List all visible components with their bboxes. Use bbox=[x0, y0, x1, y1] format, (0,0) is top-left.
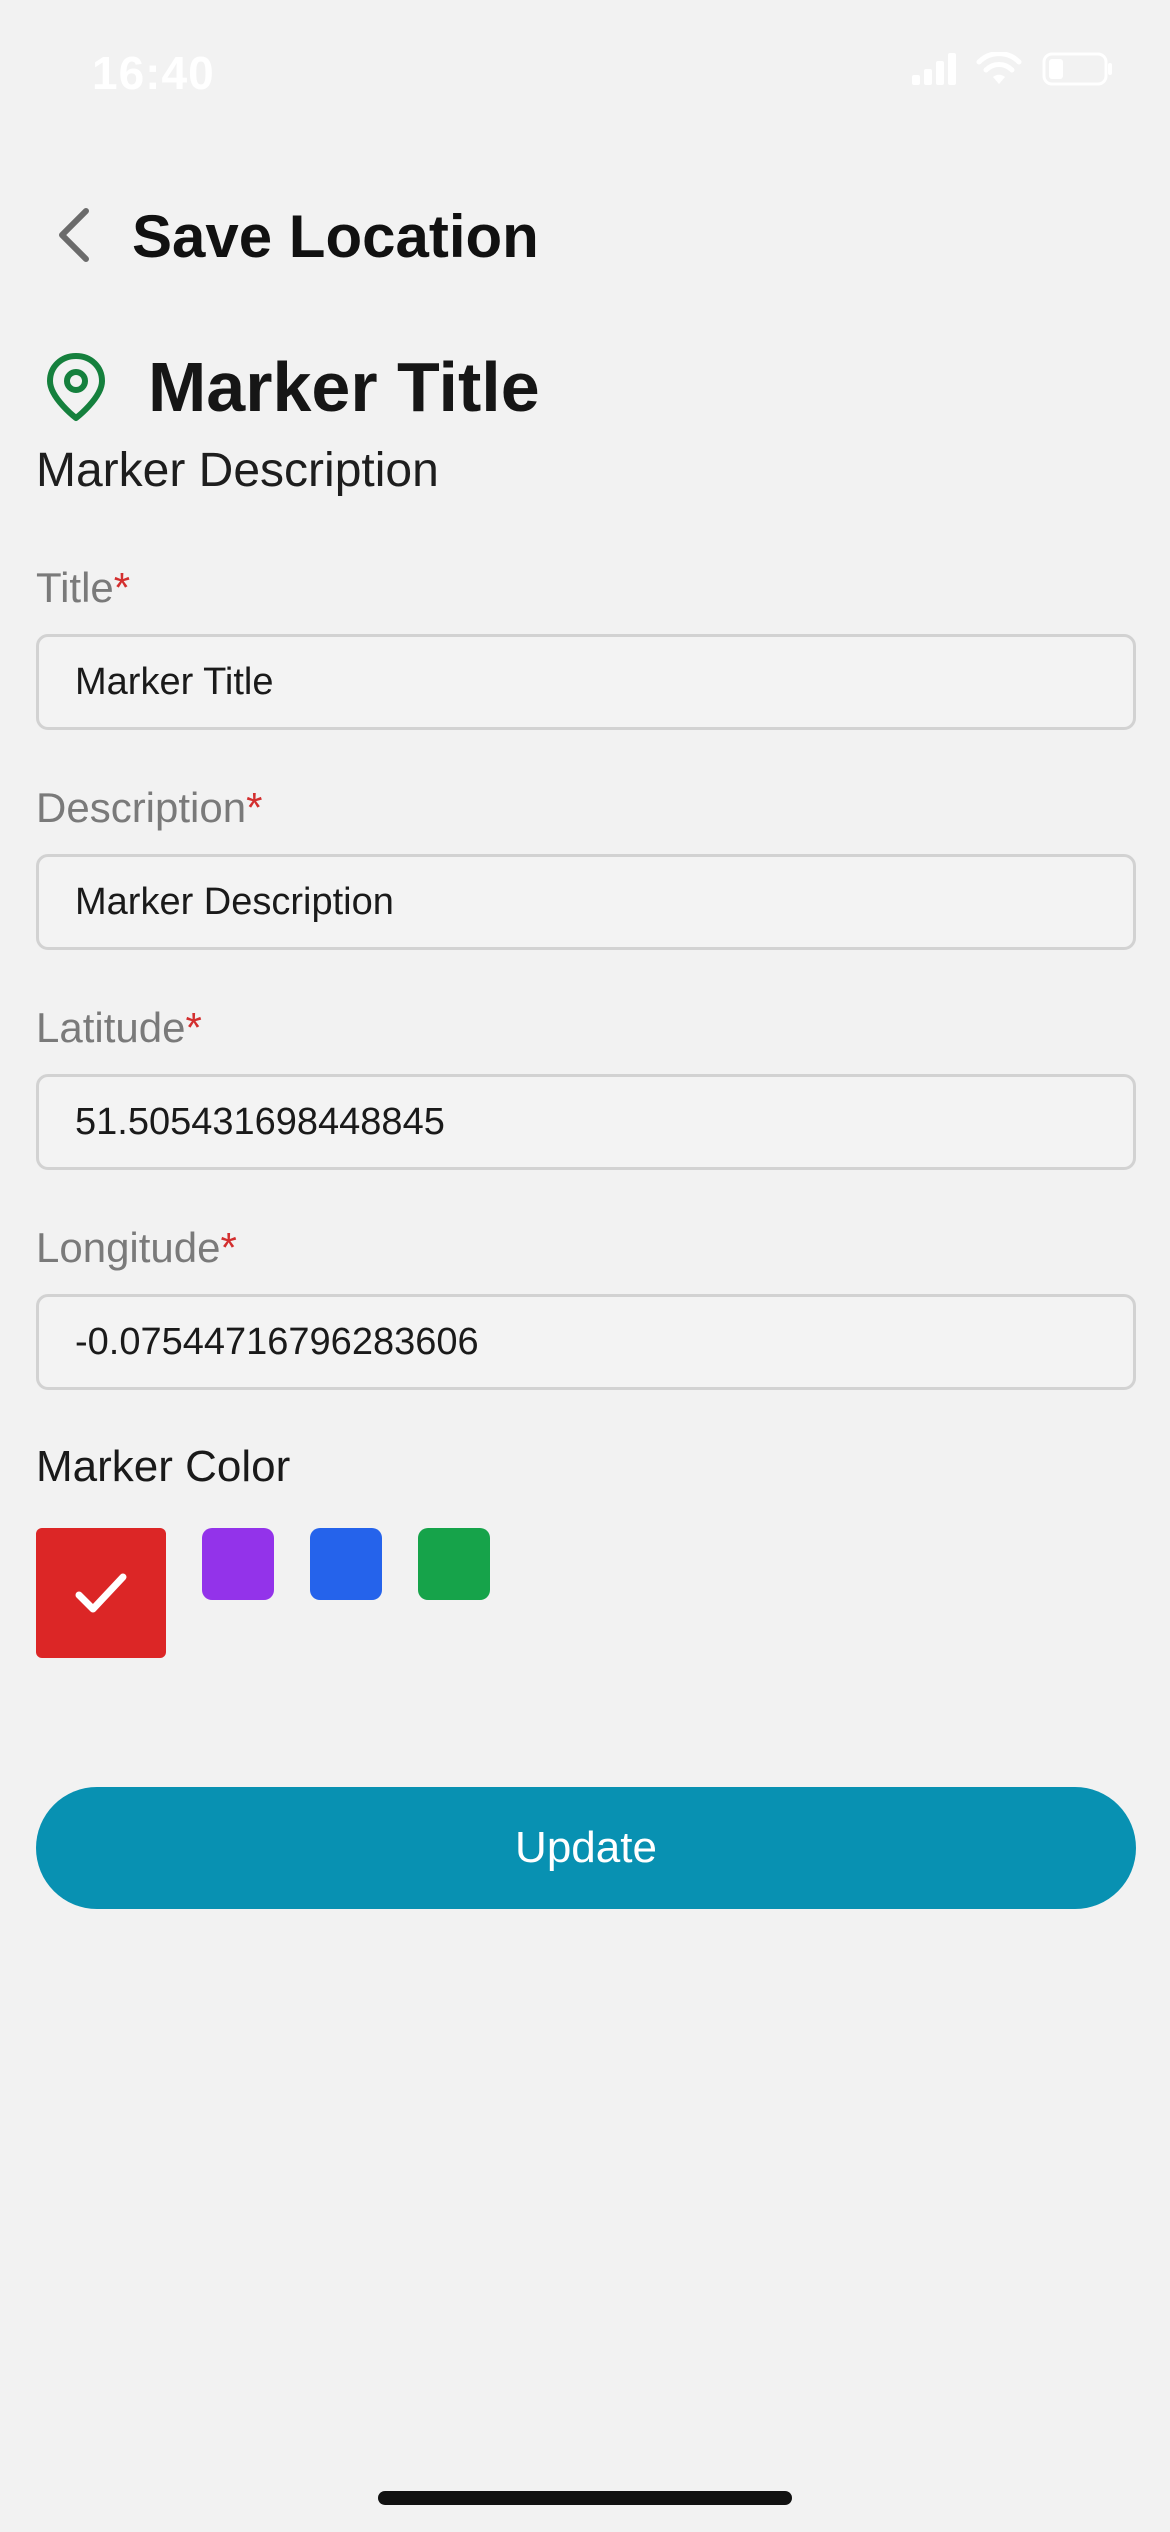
color-swatch-blue[interactable] bbox=[310, 1528, 382, 1600]
required-asterisk: * bbox=[185, 1004, 202, 1051]
title-field: Title* bbox=[36, 560, 1136, 730]
cellular-signal-icon bbox=[912, 53, 956, 90]
status-bar: 16:40 bbox=[0, 0, 1170, 150]
back-button[interactable] bbox=[44, 205, 104, 265]
latitude-input[interactable] bbox=[36, 1074, 1136, 1170]
battery-icon bbox=[1042, 52, 1114, 91]
map-pin-icon bbox=[47, 353, 105, 421]
checkmark-icon bbox=[75, 1573, 127, 1613]
latitude-field-label: Latitude* bbox=[36, 1000, 1136, 1056]
chevron-left-icon bbox=[59, 208, 89, 262]
description-field: Description* bbox=[36, 780, 1136, 950]
marker-description-text: Marker Description bbox=[36, 444, 439, 497]
marker-color-label: Marker Color bbox=[36, 1442, 291, 1491]
marker-title-heading: Marker Title bbox=[148, 348, 540, 426]
status-icons bbox=[912, 51, 1114, 91]
update-button[interactable]: Update bbox=[36, 1787, 1136, 1909]
longitude-label-text: Longitude bbox=[36, 1224, 221, 1271]
longitude-field-label: Longitude* bbox=[36, 1220, 1136, 1276]
title-field-label: Title* bbox=[36, 560, 1136, 616]
description-input[interactable] bbox=[36, 854, 1136, 950]
required-asterisk: * bbox=[246, 784, 263, 831]
latitude-field: Latitude* bbox=[36, 1000, 1136, 1170]
longitude-field: Longitude* bbox=[36, 1220, 1136, 1390]
color-swatch-purple[interactable] bbox=[202, 1528, 274, 1600]
marker-summary: Marker Title Marker Description bbox=[36, 345, 1136, 498]
summary-title-row: Marker Title bbox=[36, 345, 1136, 429]
header: Save Location bbox=[0, 190, 1170, 280]
latitude-label-text: Latitude bbox=[36, 1004, 186, 1051]
wifi-icon bbox=[976, 51, 1022, 91]
title-input[interactable] bbox=[36, 634, 1136, 730]
color-swatch-red[interactable] bbox=[36, 1528, 166, 1658]
required-asterisk: * bbox=[220, 1224, 237, 1271]
page-title: Save Location bbox=[132, 203, 539, 270]
description-label-text: Description bbox=[36, 784, 247, 831]
color-swatches bbox=[36, 1528, 490, 1658]
title-label-text: Title bbox=[36, 564, 114, 611]
longitude-input[interactable] bbox=[36, 1294, 1136, 1390]
status-time: 16:40 bbox=[92, 47, 215, 99]
home-indicator bbox=[378, 2491, 792, 2505]
description-field-label: Description* bbox=[36, 780, 1136, 836]
required-asterisk: * bbox=[113, 564, 131, 611]
color-swatch-green[interactable] bbox=[418, 1528, 490, 1600]
